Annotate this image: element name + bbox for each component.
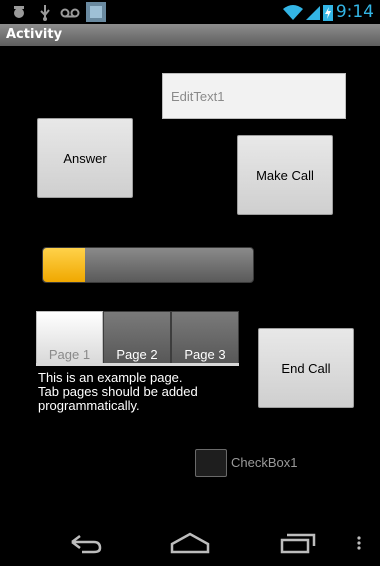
menu-icon[interactable]: [340, 526, 380, 558]
edit-text-field[interactable]: EditText1: [162, 73, 346, 119]
home-icon[interactable]: [166, 526, 214, 558]
title-bar: Activity: [0, 24, 380, 46]
back-icon[interactable]: [60, 526, 108, 558]
answer-button[interactable]: Answer: [37, 118, 133, 198]
app-notification-icon: [86, 2, 106, 22]
make-call-button[interactable]: Make Call: [237, 135, 333, 215]
navigation-bar: [0, 518, 380, 566]
status-time: 9:14: [335, 2, 374, 22]
voicemail-icon: [60, 8, 80, 18]
tab-page-3-label: Page 3: [184, 347, 226, 362]
wifi-icon: [283, 5, 303, 20]
usb-icon: [40, 5, 50, 21]
progress-fill: [43, 248, 85, 282]
tab-page-1[interactable]: Page 1: [36, 311, 103, 365]
tab-page-2[interactable]: Page 2: [103, 311, 171, 365]
usb-debug-icon: [14, 6, 24, 18]
signal-icon: [306, 6, 320, 20]
tab-indicator: [36, 363, 239, 366]
battery-charging-icon: [323, 5, 333, 21]
tab-page-2-label: Page 2: [116, 347, 158, 362]
tab-page-1-label: Page 1: [48, 347, 91, 362]
page-title: Activity: [6, 27, 63, 42]
end-call-button[interactable]: End Call: [258, 328, 354, 408]
checkbox[interactable]: [195, 449, 227, 477]
progress-bar: [42, 247, 254, 283]
tab-content-text: This is an example page. Tab pages shoul…: [38, 370, 198, 413]
recents-icon[interactable]: [274, 526, 322, 558]
checkbox-label[interactable]: CheckBox1: [231, 455, 297, 470]
tab-page-3[interactable]: Page 3: [171, 311, 239, 365]
status-bar: 9:14: [0, 0, 380, 24]
